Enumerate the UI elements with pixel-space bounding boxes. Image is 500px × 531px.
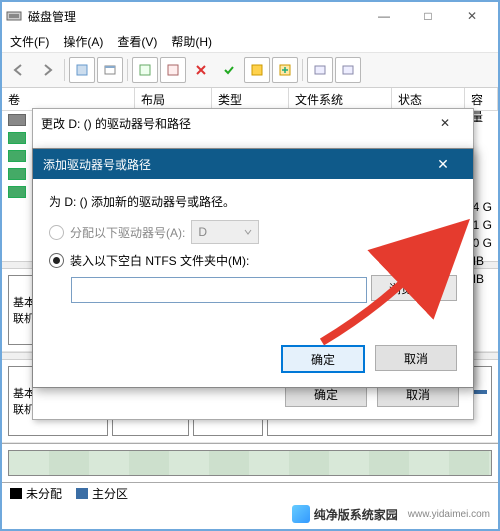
col-capacity[interactable]: 容量 bbox=[465, 88, 498, 110]
toolbar-icon-8[interactable] bbox=[335, 57, 361, 83]
delete-icon[interactable] bbox=[188, 57, 214, 83]
col-type[interactable]: 类型 bbox=[212, 88, 289, 110]
brand-logo: 纯净版系统家园 www.yidaimei.com bbox=[292, 505, 490, 523]
ok-button[interactable]: 确定 bbox=[281, 345, 365, 373]
toolbar-icon-3[interactable] bbox=[132, 57, 158, 83]
dialog-intro: 为 D: () 添加新的驱动器号或路径。 bbox=[49, 193, 457, 210]
add-drive-letter-dialog: 添加驱动器号或路径 ✕ 为 D: () 添加新的驱动器号或路径。 分配以下驱动器… bbox=[32, 148, 474, 388]
dialog-title: 更改 D: () 的驱动器号和路径 bbox=[41, 115, 191, 132]
check-icon[interactable] bbox=[216, 57, 242, 83]
forward-button[interactable] bbox=[34, 57, 60, 83]
col-status[interactable]: 状态 bbox=[392, 88, 465, 110]
toolbar-icon-5[interactable] bbox=[244, 57, 270, 83]
radio-assign-letter-label: 分配以下驱动器号(A): bbox=[70, 224, 185, 241]
maximize-button[interactable]: □ bbox=[406, 2, 450, 30]
logo-icon bbox=[292, 505, 310, 523]
radio-mount-folder-label: 装入以下空白 NTFS 文件夹中(M): bbox=[70, 252, 249, 269]
cancel-button[interactable]: 取消 bbox=[375, 345, 457, 371]
drive-letter-select: D bbox=[191, 220, 259, 244]
radio-mount-folder[interactable] bbox=[49, 253, 64, 268]
toolbar-icon-6[interactable] bbox=[272, 57, 298, 83]
toolbar-icon-1[interactable] bbox=[69, 57, 95, 83]
back-button[interactable] bbox=[6, 57, 32, 83]
disk-mgmt-icon bbox=[6, 8, 22, 24]
mount-path-input[interactable] bbox=[71, 277, 367, 303]
menu-action[interactable]: 操作(A) bbox=[63, 33, 103, 50]
menu-view[interactable]: 查看(V) bbox=[117, 33, 157, 50]
dialog-title: 添加驱动器号或路径 bbox=[43, 156, 151, 173]
radio-assign-letter[interactable] bbox=[49, 225, 64, 240]
disk-strip bbox=[2, 443, 498, 483]
toolbar-icon-4[interactable] bbox=[160, 57, 186, 83]
toolbar-icon-2[interactable] bbox=[97, 57, 123, 83]
browse-button[interactable]: 浏览(B)... bbox=[371, 275, 457, 301]
dialog-close-button[interactable]: ✕ bbox=[425, 116, 465, 130]
minimize-button[interactable]: — bbox=[362, 2, 406, 30]
chevron-down-icon bbox=[244, 228, 252, 236]
toolbar-icon-7[interactable] bbox=[307, 57, 333, 83]
col-layout[interactable]: 布局 bbox=[135, 88, 212, 110]
toolbar bbox=[2, 53, 498, 88]
window-title: 磁盘管理 bbox=[28, 8, 362, 25]
close-button[interactable]: ✕ bbox=[450, 2, 494, 30]
menu-bar: 文件(F) 操作(A) 查看(V) 帮助(H) bbox=[2, 30, 498, 53]
col-volume[interactable]: 卷 bbox=[2, 88, 135, 110]
menu-file[interactable]: 文件(F) bbox=[10, 33, 49, 50]
menu-help[interactable]: 帮助(H) bbox=[171, 33, 212, 50]
col-fs[interactable]: 文件系统 bbox=[289, 88, 392, 110]
dialog-close-button[interactable]: ✕ bbox=[423, 156, 463, 173]
